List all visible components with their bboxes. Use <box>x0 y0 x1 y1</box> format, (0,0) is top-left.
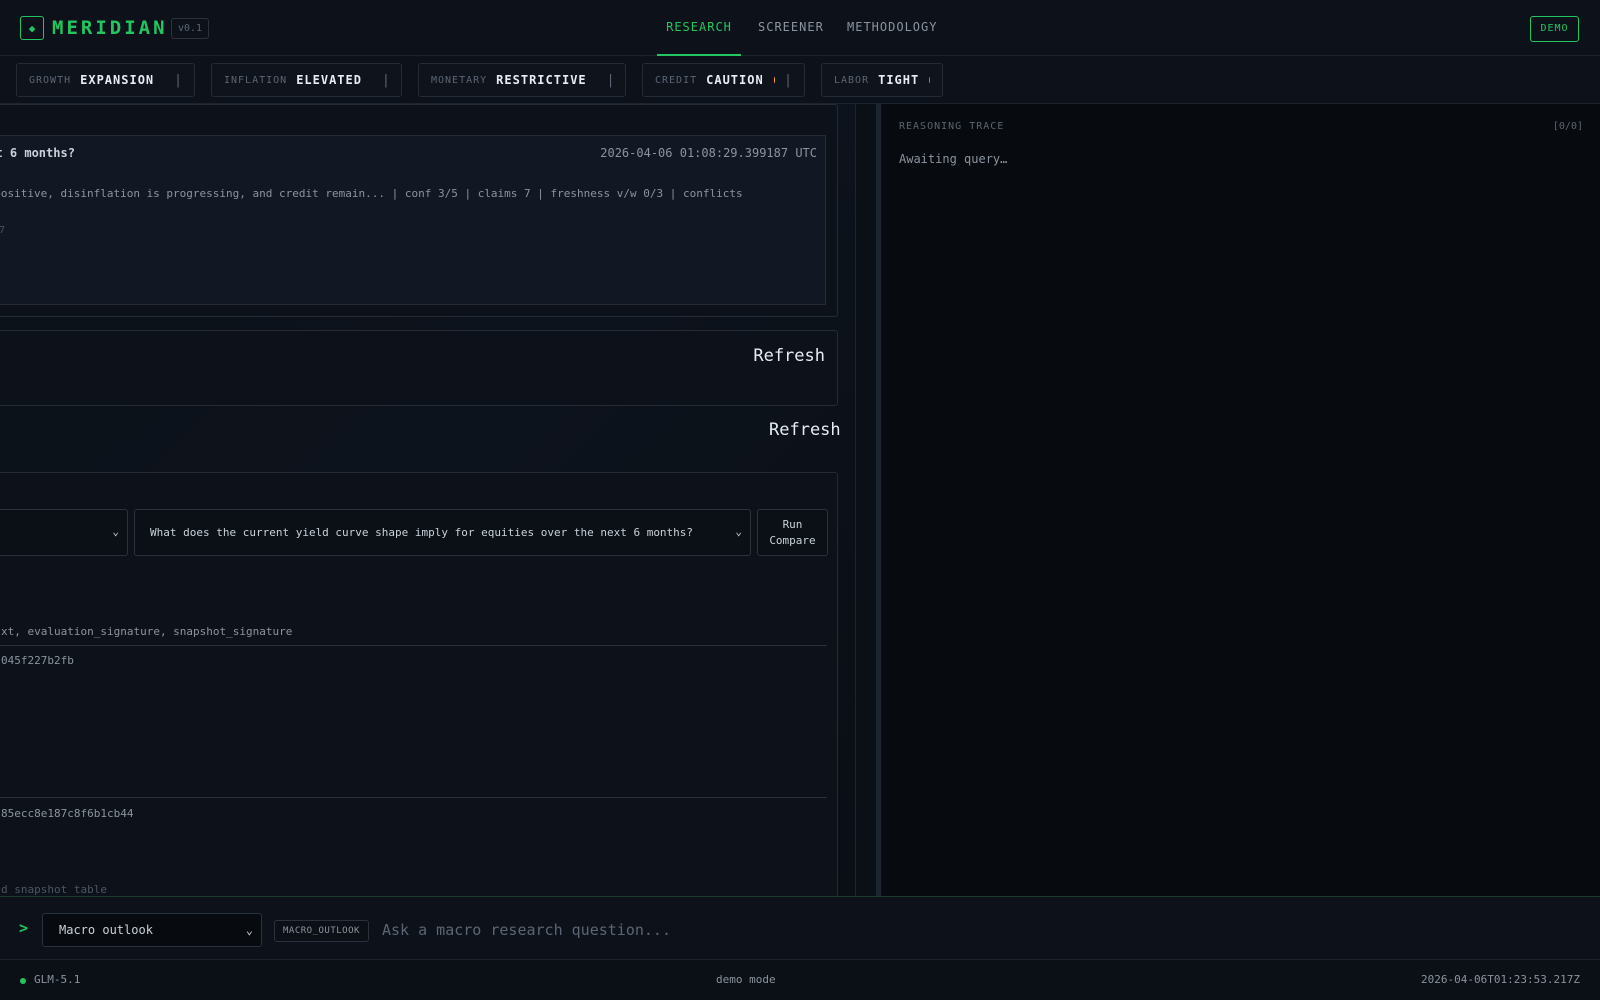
regime-value: ELEVATED <box>296 73 362 87</box>
history-summary: l positive, disinflation is progressing,… <box>0 187 743 200</box>
refresh-button[interactable]: Refresh <box>753 346 825 366</box>
compare-fields: xt, evaluation_signature, snapshot_signa… <box>1 625 293 638</box>
status-dot-icon <box>929 77 930 83</box>
version-badge: v0.1 <box>171 18 210 39</box>
signature-b: 85ecc8e187c8f6b1cb44 <box>1 807 134 820</box>
status-bar: GLM-5.1 demo mode 2026-04-06T01:23:53.21… <box>0 960 1600 1000</box>
separator: | <box>784 72 792 88</box>
demo-button[interactable]: DEMO <box>1530 16 1579 42</box>
compare-question-select[interactable]: What does the current yield curve shape … <box>134 509 751 556</box>
compare-question-value: What does the current yield curve shape … <box>150 526 694 539</box>
regime-value: EXPANSION <box>80 73 155 87</box>
chevron-down-icon: ⌄ <box>245 923 253 937</box>
regime-value: CAUTION <box>706 73 764 87</box>
regime-label: LABOR <box>834 74 870 86</box>
compare-card: ⌄ What does the current yield curve shap… <box>0 472 838 896</box>
regime-pill-monetary[interactable]: MONETARY RESTRICTIVE | <box>418 63 626 97</box>
divider <box>0 797 827 798</box>
regime-pill-labor[interactable]: LABOR TIGHT <box>821 63 943 97</box>
prompt-caret-icon: > <box>19 919 29 937</box>
trace-status: Awaiting query… <box>899 152 1008 166</box>
model-status-dot-icon <box>20 978 26 984</box>
regime-label: MONETARY <box>431 74 488 86</box>
history-entry[interactable]: ext 6 months? 2026-04-06 01:08:29.399187… <box>0 135 826 305</box>
reasoning-trace-panel: REASONING TRACE [0/0] Awaiting query… <box>882 104 1600 896</box>
regime-pill-growth[interactable]: GROWTH EXPANSION | <box>16 63 195 97</box>
refresh-card: Refresh <box>0 330 838 406</box>
history-id: 7477 <box>0 225 6 236</box>
mode-indicator: demo mode <box>716 973 776 986</box>
truncated-line: d snapshot table <box>1 883 107 896</box>
run-compare-label-1: Run <box>782 518 803 531</box>
app-root: ◆ MERIDIAN v0.1 RESEARCH SCREENER METHOD… <box>0 0 1600 1000</box>
separator: | <box>606 72 615 88</box>
run-compare-label-2: Compare <box>769 534 816 547</box>
run-compare-button[interactable]: Run Compare <box>757 509 828 556</box>
regime-label: CREDIT <box>655 74 698 86</box>
compare-left-select[interactable]: ⌄ <box>0 509 128 556</box>
brand-name: MERIDIAN <box>52 17 168 39</box>
regime-pill-credit[interactable]: CREDIT CAUTION | <box>642 63 805 97</box>
chevron-down-icon: ⌄ <box>735 525 742 538</box>
query-bar: > Macro outlook ⌄ MACRO_OUTLOOK <box>0 896 1600 960</box>
history-question: ext 6 months? <box>0 146 75 160</box>
panel-divider <box>855 104 856 896</box>
mode-tag: MACRO_OUTLOOK <box>274 920 369 942</box>
logo-icon: ◆ <box>20 16 44 40</box>
trace-title: REASONING TRACE <box>899 121 1005 132</box>
signature-a: 045f227b2fb <box>1 654 74 667</box>
tab-screener[interactable]: SCREENER <box>758 0 824 56</box>
resize-handle[interactable] <box>876 104 881 896</box>
history-card: ext 6 months? 2026-04-06 01:08:29.399187… <box>0 104 838 317</box>
divider <box>0 645 827 646</box>
history-timestamp: 2026-04-06 01:08:29.399187 UTC <box>600 146 817 160</box>
clock: 2026-04-06T01:23:53.217Z <box>1421 973 1580 986</box>
separator: | <box>381 72 390 88</box>
mode-select[interactable]: Macro outlook ⌄ <box>42 913 262 947</box>
regime-value: RESTRICTIVE <box>496 73 587 87</box>
regime-label: GROWTH <box>29 74 72 86</box>
top-header: ◆ MERIDIAN v0.1 RESEARCH SCREENER METHOD… <box>0 0 1600 56</box>
trace-count: [0/0] <box>1552 121 1583 132</box>
regime-pill-inflation[interactable]: INFLATION ELEVATED | <box>211 63 402 97</box>
regime-bar: GROWTH EXPANSION | INFLATION ELEVATED | … <box>0 56 1600 104</box>
model-name: GLM-5.1 <box>34 973 81 986</box>
tab-methodology[interactable]: METHODOLOGY <box>847 0 937 56</box>
tab-research[interactable]: RESEARCH <box>657 0 741 56</box>
research-main-panel: ext 6 months? 2026-04-06 01:08:29.399187… <box>0 104 855 896</box>
mode-select-value: Macro outlook <box>59 923 153 937</box>
chevron-down-icon: ⌄ <box>112 525 119 538</box>
query-input[interactable] <box>382 913 1582 947</box>
separator: | <box>174 72 182 88</box>
refresh-link[interactable]: Refresh <box>769 420 841 440</box>
regime-value: TIGHT <box>878 73 920 87</box>
regime-label: INFLATION <box>224 74 288 86</box>
